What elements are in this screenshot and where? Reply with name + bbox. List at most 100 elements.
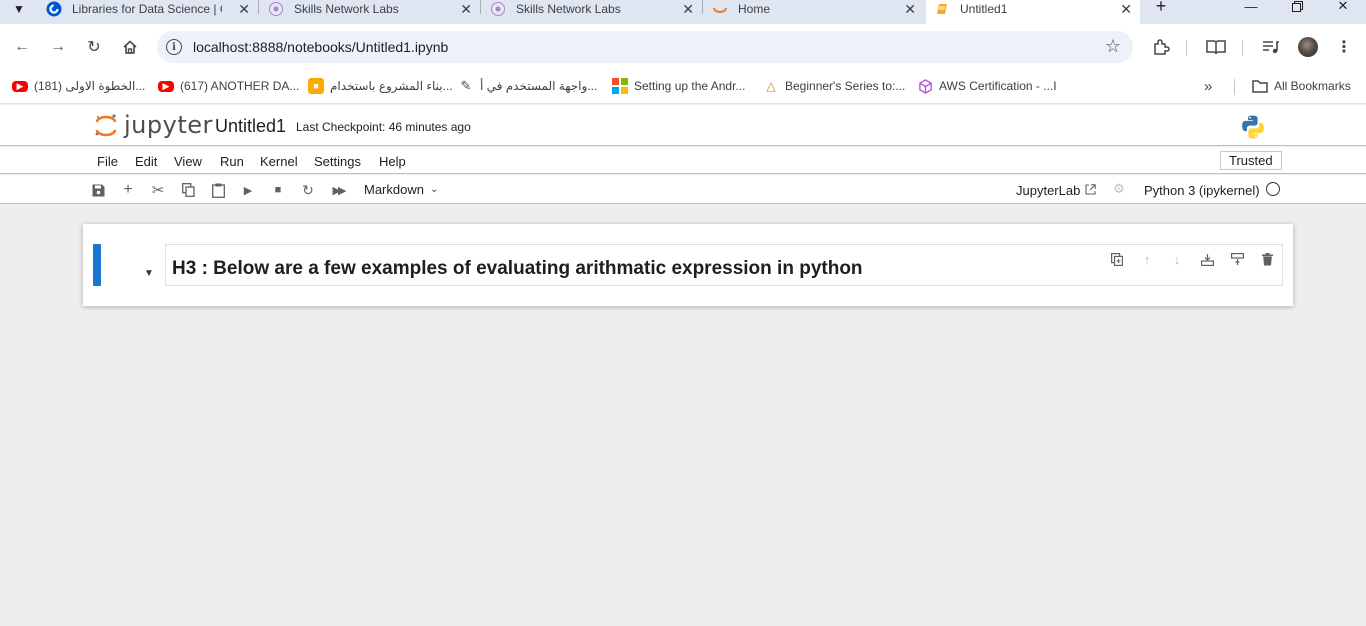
active-cell-indicator[interactable] — [93, 244, 101, 286]
run-play-icon[interactable]: ▶ — [239, 181, 257, 199]
tab-search-chevron-icon[interactable]: ▼ — [6, 0, 32, 22]
restart-run-all-icon[interactable]: ▶▶ — [329, 181, 347, 199]
back-arrow-icon[interactable]: ← — [10, 35, 34, 59]
browser-tab-1[interactable]: Libraries for Data Science | C ✕ — [46, 0, 258, 24]
save-icon[interactable] — [89, 181, 107, 199]
toolbar-separator — [1186, 40, 1187, 56]
reload-icon[interactable]: ↻ — [82, 35, 106, 59]
markdown-cell-text[interactable]: H3 : Below are a few examples of evaluat… — [172, 258, 863, 280]
bookmark-item-6[interactable]: △ Beginner's Series to:... — [763, 76, 905, 96]
delete-trash-icon[interactable] — [1252, 249, 1282, 269]
media-controls-icon[interactable] — [1260, 36, 1282, 58]
notebook-menubar: File Edit View Run Kernel Settings Help … — [0, 147, 1366, 174]
bookmark-label: (617) ANOTHER DA... — [180, 79, 300, 93]
skills-network-icon — [268, 1, 284, 17]
chevron-down-icon: ⌄ — [429, 184, 439, 195]
minimize-button[interactable]: — — [1228, 0, 1274, 18]
insert-below-icon[interactable] — [1192, 249, 1222, 269]
browser-toolbar: ← → ↻ i localhost:8888/notebooks/Untitle… — [0, 24, 1366, 70]
browser-tab-5-active[interactable]: Untitled1 ✕ — [926, 0, 1140, 24]
profile-avatar[interactable] — [1298, 37, 1318, 57]
interrupt-stop-icon[interactable]: ■ — [269, 181, 287, 199]
coursera-icon — [46, 1, 62, 17]
all-bookmarks-button[interactable]: All Bookmarks — [1252, 76, 1351, 96]
cube-icon — [917, 78, 933, 94]
site-info-icon[interactable]: i — [166, 39, 182, 55]
menu-view[interactable]: View — [174, 154, 202, 169]
markdown-cell[interactable]: H3 : Below are a few examples of evaluat… — [165, 244, 1283, 286]
bookmark-item-4[interactable]: ✎ واجهة المستخدم في أ... — [458, 76, 598, 96]
bookmark-star-icon[interactable]: ☆ — [1105, 36, 1121, 57]
address-url[interactable]: localhost:8888/notebooks/Untitled1.ipynb — [193, 39, 448, 55]
bookmark-item-3[interactable]: ■ بناء المشروع باستخدام... — [308, 76, 453, 96]
jupyter-icon — [712, 1, 728, 17]
forward-arrow-icon[interactable]: → — [46, 35, 70, 59]
bookmark-label: Setting up the Andr... — [634, 79, 746, 93]
folder-icon — [1252, 78, 1268, 94]
tab-close-icon[interactable]: ✕ — [1120, 1, 1132, 18]
collapse-heading-caret-icon[interactable]: ▼ — [143, 268, 155, 279]
duplicate-cell-icon[interactable] — [1102, 249, 1132, 269]
restore-button[interactable] — [1274, 0, 1320, 18]
open-jupyterlab-link[interactable]: JupyterLab — [1016, 183, 1097, 198]
jupyter-logo[interactable]: jupyter — [94, 110, 213, 140]
cut-scissors-icon[interactable]: ✂ — [149, 181, 167, 199]
notebook-icon — [934, 1, 950, 17]
notebook-title[interactable]: Untitled1 — [215, 116, 286, 137]
menu-kernel[interactable]: Kernel — [260, 154, 298, 169]
bookmark-item-5[interactable]: Setting up the Andr... — [612, 76, 745, 96]
tab-close-icon[interactable]: ✕ — [238, 1, 250, 18]
menu-settings[interactable]: Settings — [314, 154, 361, 169]
tab-title: Home — [738, 2, 771, 16]
menu-run[interactable]: Run — [220, 154, 244, 169]
browser-tab-3[interactable]: Skills Network Labs ✕ — [490, 0, 702, 24]
tab-title: Skills Network Labs — [294, 2, 399, 16]
reading-mode-icon[interactable] — [1205, 36, 1227, 58]
all-bookmarks-label: All Bookmarks — [1274, 79, 1351, 93]
home-icon[interactable] — [118, 35, 142, 59]
move-up-arrow-icon[interactable]: ↑ — [1132, 249, 1162, 269]
tab-separator — [702, 0, 703, 14]
kernel-name[interactable]: Python 3 (ipykernel) — [1144, 183, 1260, 198]
cell-type-dropdown[interactable]: Markdown ⌄ — [364, 182, 438, 197]
paste-clipboard-icon[interactable] — [209, 181, 227, 199]
bookmark-item-1[interactable]: ▶ (181) الخطوة الاولى... — [12, 76, 145, 96]
more-bookmarks-button[interactable]: » — [1204, 76, 1212, 96]
bookmark-label: بناء المشروع باستخدام... — [330, 79, 453, 93]
bookmarks-separator — [1234, 79, 1235, 95]
tab-title: Untitled1 — [960, 2, 1008, 16]
bookmark-item-7[interactable]: AWS Certification - ...I — [917, 76, 1057, 96]
address-bar[interactable]: i localhost:8888/notebooks/Untitled1.ipy… — [157, 31, 1133, 63]
browser-tab-2[interactable]: Skills Network Labs ✕ — [268, 0, 480, 24]
extensions-puzzle-icon[interactable] — [1150, 36, 1172, 58]
bookmark-label: (181) الخطوة الاولى... — [34, 79, 146, 93]
trusted-indicator[interactable]: Trusted — [1220, 151, 1282, 170]
tab-close-icon[interactable]: ✕ — [682, 1, 694, 18]
move-down-arrow-icon[interactable]: ↓ — [1162, 249, 1192, 269]
kernel-status-idle-icon — [1266, 182, 1280, 196]
bookmarks-bar: ▶ (181) الخطوة الاولى... ▶ (617) ANOTHER… — [0, 70, 1366, 104]
external-link-icon — [1085, 183, 1097, 198]
bookmark-label: واجهة المستخدم في أ... — [480, 79, 598, 93]
jupyter-header: jupyter Untitled1 Last Checkpoint: 46 mi… — [0, 105, 1366, 146]
bookmark-label: AWS Certification - ...I — [939, 79, 1057, 93]
insert-cell-plus-icon[interactable]: + — [119, 181, 137, 199]
youtube-icon: ▶ — [158, 80, 174, 92]
new-tab-button[interactable]: + — [1149, 0, 1173, 18]
tab-close-icon[interactable]: ✕ — [460, 1, 472, 18]
insert-above-icon[interactable] — [1222, 249, 1252, 269]
menu-file[interactable]: File — [97, 154, 118, 169]
tab-separator — [258, 0, 259, 14]
browser-tab-4[interactable]: Home ✕ — [712, 0, 924, 24]
youtube-icon: ▶ — [12, 80, 28, 92]
restart-icon[interactable]: ↻ — [299, 181, 317, 199]
browser-menu-icon[interactable]: ⋮ — [1334, 35, 1354, 59]
bookmark-item-2[interactable]: ▶ (617) ANOTHER DA... — [158, 76, 299, 96]
menu-help[interactable]: Help — [379, 154, 406, 169]
tab-close-icon[interactable]: ✕ — [904, 1, 916, 18]
copy-icon[interactable] — [179, 181, 197, 199]
menu-edit[interactable]: Edit — [135, 154, 157, 169]
cell-type-value: Markdown — [364, 182, 424, 197]
close-window-button[interactable]: ✕ — [1320, 0, 1366, 18]
kernel-settings-gear-icon[interactable]: ⚙ — [1112, 181, 1126, 196]
